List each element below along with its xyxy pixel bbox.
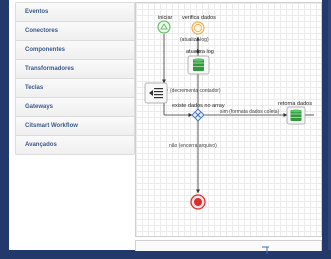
start-event[interactable] bbox=[157, 20, 171, 34]
start-event-label: iniciar bbox=[158, 15, 173, 21]
diagram-canvas[interactable]: iniciar verifica dados (atualiza log) at… bbox=[135, 2, 322, 237]
flow-label-decrement: (decrementa contador) bbox=[170, 88, 221, 94]
sidebar-item-componentes[interactable]: Componentes bbox=[16, 41, 134, 60]
properties-panel bbox=[135, 240, 322, 254]
sidebar-item-transformadores[interactable]: Transformadores bbox=[16, 60, 134, 79]
database-icon bbox=[290, 109, 302, 121]
workflow-editor-page: Eventos Conectores Componentes Transform… bbox=[9, 0, 322, 254]
panel-handle bbox=[262, 246, 269, 254]
sidebar-item-gateways[interactable]: Gateways bbox=[16, 98, 134, 117]
workflow-diagram: iniciar verifica dados (atualiza log) at… bbox=[144, 15, 314, 210]
palette-sidebar: Eventos Conectores Componentes Transform… bbox=[15, 2, 135, 155]
sidebar-item-avancados[interactable]: Avançados bbox=[16, 136, 134, 154]
flow-label-no: não (encerra arquivo) bbox=[169, 143, 217, 149]
sidebar-item-conectores[interactable]: Conectores bbox=[16, 22, 134, 41]
flow-label-yes: sim (formata dados coleta) bbox=[220, 109, 280, 115]
verify-event-label: verifica dados bbox=[182, 15, 216, 21]
update-log-label: atualiza log bbox=[186, 49, 214, 55]
end-event-fill bbox=[194, 198, 202, 206]
sidebar-item-citsmart-workflow[interactable]: Citsmart Workflow bbox=[16, 117, 134, 136]
verify-event[interactable] bbox=[191, 21, 205, 35]
database-icon bbox=[193, 58, 204, 71]
gateway-label: existe dados no array bbox=[172, 103, 225, 109]
return-data-label: retorna dados bbox=[278, 101, 312, 107]
sidebar-item-eventos[interactable]: Eventos bbox=[16, 3, 134, 22]
flow-label-update-log: (atualiza log) bbox=[180, 37, 209, 43]
sidebar-item-teclas[interactable]: Teclas bbox=[16, 79, 134, 98]
decrement-task[interactable] bbox=[144, 82, 168, 104]
